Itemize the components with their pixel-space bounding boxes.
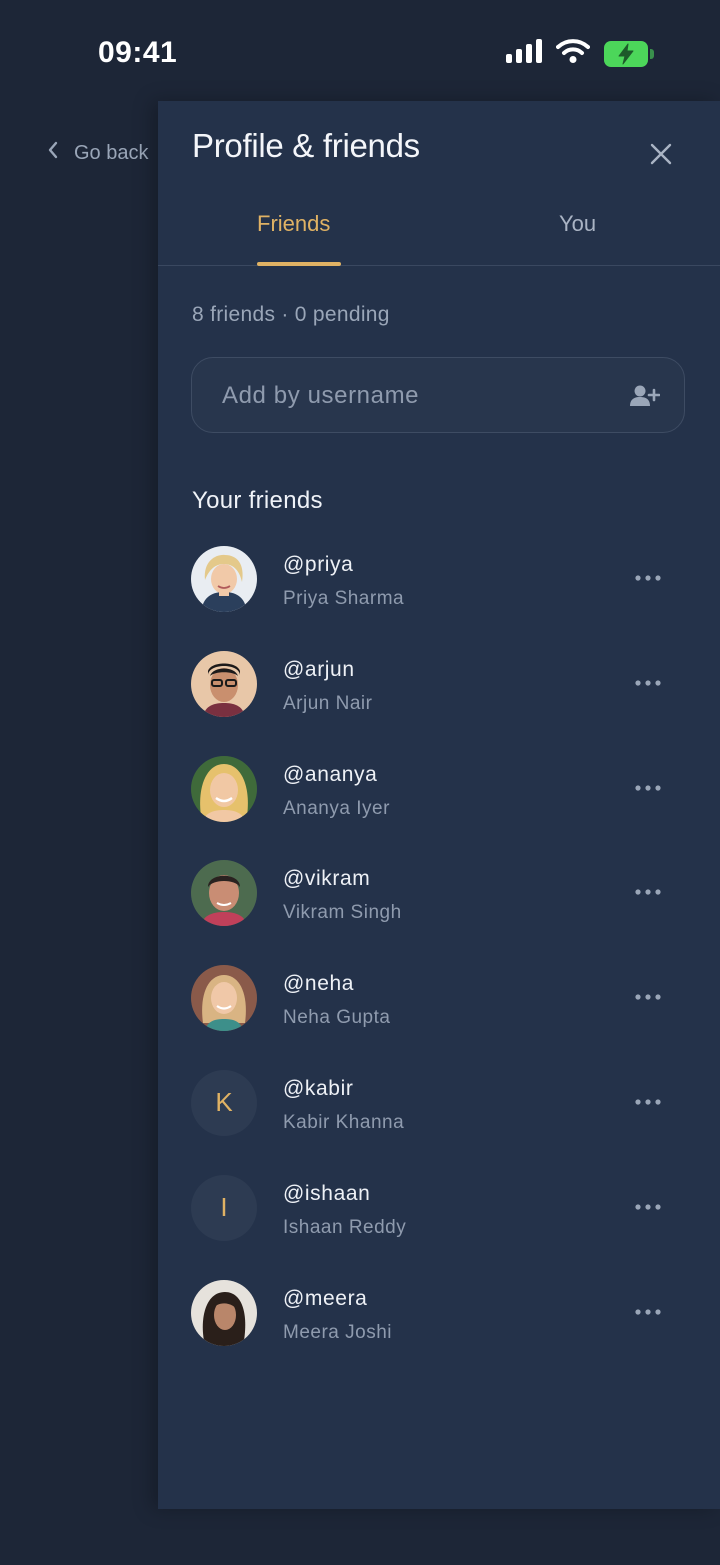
tab-bar: Friends You — [158, 191, 720, 266]
avatar-initial: I — [220, 1192, 228, 1223]
friend-username: @meera — [283, 1286, 368, 1310]
add-user-icon[interactable] — [630, 384, 661, 413]
chevron-left-icon — [46, 140, 60, 166]
more-button[interactable] — [634, 1088, 662, 1116]
your-friends-heading: Your friends — [192, 487, 323, 514]
wifi-icon — [556, 38, 590, 69]
friend-username: @kabir — [283, 1076, 354, 1100]
friend-row[interactable]: @priya Priya Sharma — [158, 536, 720, 641]
more-button[interactable] — [634, 983, 662, 1011]
more-icon — [635, 994, 661, 1000]
add-by-username-field — [191, 357, 685, 434]
status-bar: 09:41 — [0, 0, 720, 100]
close-button[interactable] — [648, 141, 674, 167]
friend-username: @ishaan — [283, 1181, 371, 1205]
friend-name: Kabir Khanna — [283, 1111, 405, 1133]
battery-icon — [604, 40, 654, 67]
close-icon — [650, 143, 672, 165]
more-button[interactable] — [634, 878, 662, 906]
avatar: K — [191, 1069, 257, 1136]
tab-friends[interactable]: Friends — [257, 211, 330, 237]
friend-list: @priya Priya Sharma @arjun Arjun Nair @a… — [158, 536, 720, 1374]
avatar — [191, 860, 257, 927]
status-icons — [506, 38, 654, 69]
more-icon — [635, 1204, 661, 1210]
more-button[interactable] — [634, 1193, 662, 1221]
go-back-button[interactable]: Go back — [46, 140, 148, 166]
profile-friends-panel: Profile & friends Friends You 8 friends … — [158, 101, 720, 1509]
signal-icon — [506, 39, 542, 68]
friend-row[interactable]: @meera Meera Joshi — [158, 1270, 720, 1375]
more-button[interactable] — [634, 1298, 662, 1326]
friend-row[interactable]: @arjun Arjun Nair — [158, 641, 720, 746]
avatar-initial: K — [215, 1087, 233, 1118]
friend-row[interactable]: @vikram Vikram Singh — [158, 850, 720, 955]
more-icon — [635, 1099, 661, 1105]
friend-username: @priya — [283, 553, 354, 576]
more-icon — [635, 680, 661, 686]
friend-name: Ananya Iyer — [283, 797, 390, 819]
friend-row[interactable]: @ananya Ananya Iyer — [158, 746, 720, 851]
friend-row[interactable]: I @ishaan Ishaan Reddy — [158, 1165, 720, 1270]
go-back-label: Go back — [74, 141, 149, 164]
friend-name: Priya Sharma — [283, 588, 405, 609]
status-time: 09:41 — [98, 36, 178, 69]
more-button[interactable] — [634, 669, 662, 697]
more-icon — [635, 784, 661, 791]
friend-name: Neha Gupta — [283, 1007, 391, 1029]
friend-username: @neha — [283, 972, 355, 996]
active-tab-indicator — [257, 262, 341, 266]
more-icon — [635, 1308, 661, 1315]
more-button[interactable] — [634, 564, 662, 592]
friend-counts: 8 friends · 0 pending — [192, 303, 390, 326]
more-icon — [635, 575, 661, 581]
avatar — [191, 965, 257, 1032]
avatar — [191, 546, 257, 612]
avatar — [191, 755, 257, 822]
avatar: I — [191, 1174, 257, 1241]
friend-name: Vikram Singh — [283, 902, 402, 924]
tab-you[interactable]: You — [559, 211, 596, 237]
friend-username: @ananya — [283, 762, 378, 786]
username-input[interactable] — [220, 358, 624, 434]
friend-name: Arjun Nair — [283, 692, 373, 714]
more-icon — [635, 889, 661, 895]
avatar — [191, 650, 257, 717]
panel-title: Profile & friends — [192, 127, 420, 164]
friend-username: @vikram — [283, 867, 371, 891]
friend-name: Meera Joshi — [283, 1321, 392, 1343]
friend-username: @arjun — [283, 657, 355, 681]
friend-row[interactable]: K @kabir Kabir Khanna — [158, 1060, 720, 1165]
more-button[interactable] — [634, 774, 662, 802]
friend-row[interactable]: @neha Neha Gupta — [158, 955, 720, 1060]
avatar — [191, 1279, 257, 1346]
friend-name: Ishaan Reddy — [283, 1216, 407, 1238]
